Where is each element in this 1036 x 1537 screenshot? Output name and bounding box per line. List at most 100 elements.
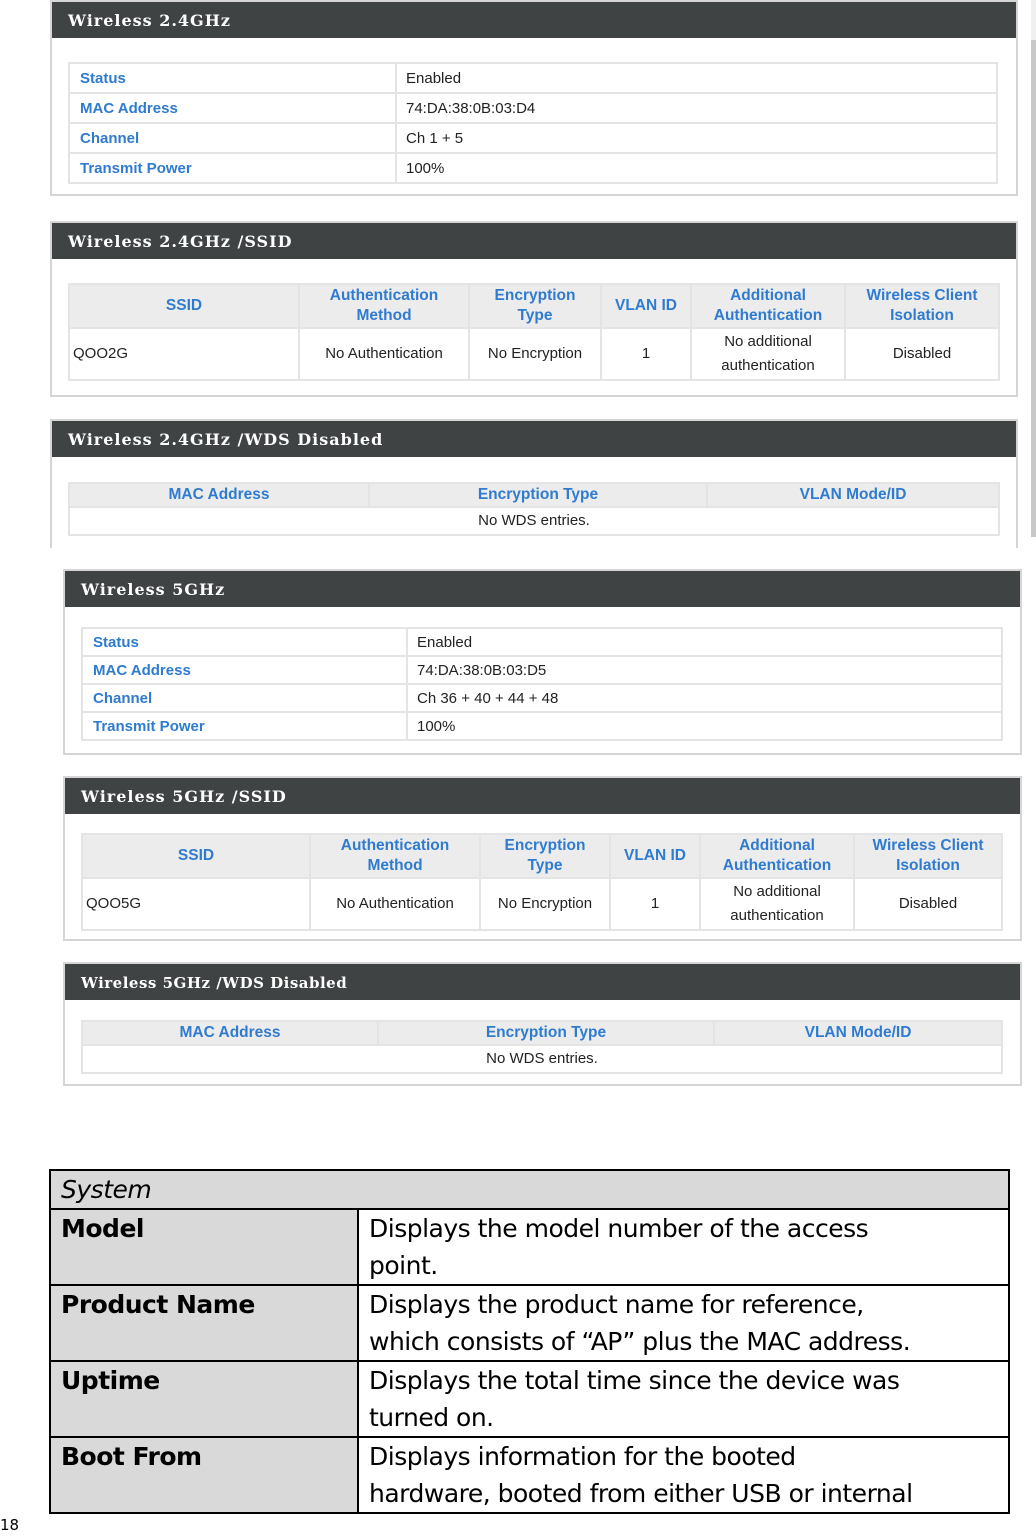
panel-title: Wireless 5GHz /SSID <box>65 778 1020 814</box>
table-header-row: SSID Authentication Method Encryption Type… <box>68 283 1000 329</box>
column-header-auth-method: Authentication Method <box>309 833 481 879</box>
row-label: MAC Address <box>68 92 397 124</box>
table-row: Transmit Power 100% <box>68 152 998 184</box>
cell-auth-method: No Authentication <box>309 877 481 931</box>
panel-title: Wireless 5GHz /WDS Disabled <box>65 964 1020 1000</box>
table-row: QOO5G No Authentication No Encryption 1 … <box>81 877 1003 931</box>
panel-title: Wireless 2.4GHz <box>52 2 1016 38</box>
scrollbar-track <box>1031 0 1036 40</box>
table-row: Transmit Power 100% <box>81 711 1003 741</box>
description: Displays information for the booted hardw… <box>357 1436 1010 1514</box>
wds-table: MAC Address Encryption Type VLAN Mode/ID… <box>68 482 1000 536</box>
panel-title: Wireless 5GHz <box>65 571 1020 607</box>
table-header-row: SSID Authentication Method Encryption Type… <box>81 833 1003 879</box>
row-value: Enabled <box>406 627 1003 657</box>
page-number: 18 <box>0 1516 20 1534</box>
column-header-mac-address: MAC Address <box>68 482 370 508</box>
term-model: Model <box>49 1208 359 1286</box>
table-row: Channel Ch 1 + 5 <box>68 122 998 154</box>
column-header-ssid: SSID <box>68 283 300 329</box>
column-header-encryption-type: Encryption Type <box>479 833 611 879</box>
row-value: Ch 36 + 40 + 44 + 48 <box>406 683 1003 713</box>
column-header-ssid: SSID <box>81 833 311 879</box>
cell-client-isolation: Disabled <box>853 877 1003 931</box>
row-value: Enabled <box>395 62 998 94</box>
table-row: Status Enabled <box>81 627 1003 657</box>
system-description-table: System Model Displays the model number o… <box>49 1169 1010 1514</box>
table-row: No WDS entries. <box>81 1044 1003 1074</box>
row-label: Transmit Power <box>81 711 408 741</box>
row-value: 74:DA:38:0B:03:D5 <box>406 655 1003 685</box>
empty-message: No WDS entries. <box>81 1044 1003 1074</box>
description: Displays the total time since the device… <box>357 1360 1010 1438</box>
column-header-client-isolation: Wireless Client Isolation <box>853 833 1003 879</box>
cell-ssid: QOO5G <box>81 877 311 931</box>
column-header-vlan-id: VLAN ID <box>609 833 701 879</box>
row-label: Channel <box>81 683 408 713</box>
column-header-encryption-type: Encryption Type <box>377 1020 715 1046</box>
status-table: Status Enabled MAC Address 74:DA:38:0B:0… <box>68 62 998 184</box>
table-row: Status Enabled <box>68 62 998 94</box>
empty-message: No WDS entries. <box>68 506 1000 536</box>
scrollbar-thumb[interactable] <box>1031 40 1036 537</box>
panel-title: Wireless 2.4GHz /WDS Disabled <box>52 421 1016 457</box>
column-header-vlan-id: VLAN ID <box>600 283 692 329</box>
panel-wireless-24ghz-wds: Wireless 2.4GHz /WDS Disabled MAC Addres… <box>50 419 1018 559</box>
table-row: No WDS entries. <box>68 506 1000 536</box>
row-value: 100% <box>395 152 998 184</box>
cell-additional-auth: No additional authentication <box>690 327 846 381</box>
cell-ssid: QOO2G <box>68 327 300 381</box>
ssid-table: SSID Authentication Method Encryption Type… <box>81 833 1003 931</box>
table-row: Model Displays the model number of the a… <box>49 1208 1010 1286</box>
column-header-additional-auth: Additional Authentication <box>690 283 846 329</box>
table-row: Boot From Displays information for the b… <box>49 1436 1010 1514</box>
panel-wireless-5ghz-wds: Wireless 5GHz /WDS Disabled MAC Address … <box>63 962 1022 1086</box>
row-value: 74:DA:38:0B:03:D4 <box>395 92 998 124</box>
section-row: System <box>49 1169 1010 1210</box>
column-header-mac-address: MAC Address <box>81 1020 379 1046</box>
column-header-auth-method: Authentication Method <box>298 283 470 329</box>
cell-additional-auth: No additional authentication <box>699 877 855 931</box>
description: Displays the model number of the access p… <box>357 1208 1010 1286</box>
screenshot-wireless-5ghz: Wireless 5GHz Status Enabled MAC Address… <box>45 548 1025 1096</box>
screenshot-wireless-24ghz: Wireless 2.4GHz Status Enabled MAC Addre… <box>50 0 1018 559</box>
panel-wireless-5ghz: Wireless 5GHz Status Enabled MAC Address… <box>63 569 1022 755</box>
panel-wireless-24ghz-ssid: Wireless 2.4GHz /SSID SSID Authenticatio… <box>50 221 1018 397</box>
panel-wireless-24ghz: Wireless 2.4GHz Status Enabled MAC Addre… <box>50 0 1018 196</box>
ssid-table: SSID Authentication Method Encryption Type… <box>68 283 1000 381</box>
table-row: Product Name Displays the product name f… <box>49 1284 1010 1362</box>
cell-client-isolation: Disabled <box>844 327 1000 381</box>
table-header-row: MAC Address Encryption Type VLAN Mode/ID <box>68 482 1000 508</box>
column-header-encryption-type: Encryption Type <box>468 283 602 329</box>
table-row: Channel Ch 36 + 40 + 44 + 48 <box>81 683 1003 713</box>
column-header-additional-auth: Additional Authentication <box>699 833 855 879</box>
table-header-row: MAC Address Encryption Type VLAN Mode/ID <box>81 1020 1003 1046</box>
table-row: MAC Address 74:DA:38:0B:03:D5 <box>81 655 1003 685</box>
column-header-encryption-type: Encryption Type <box>368 482 708 508</box>
row-label: MAC Address <box>81 655 408 685</box>
panel-wireless-5ghz-ssid: Wireless 5GHz /SSID SSID Authentication M… <box>63 776 1022 941</box>
column-header-client-isolation: Wireless Client Isolation <box>844 283 1000 329</box>
row-label: Transmit Power <box>68 152 397 184</box>
column-header-vlan-mode: VLAN Mode/ID <box>706 482 1000 508</box>
panel-title: Wireless 2.4GHz /SSID <box>52 223 1016 259</box>
row-label: Status <box>68 62 397 94</box>
row-value: 100% <box>406 711 1003 741</box>
row-label: Status <box>81 627 408 657</box>
term-uptime: Uptime <box>49 1360 359 1438</box>
cell-encryption-type: No Encryption <box>479 877 611 931</box>
cell-auth-method: No Authentication <box>298 327 470 381</box>
section-title: System <box>49 1169 1010 1210</box>
term-boot-from: Boot From <box>49 1436 359 1514</box>
cell-vlan-id: 1 <box>609 877 701 931</box>
cell-vlan-id: 1 <box>600 327 692 381</box>
column-header-vlan-mode: VLAN Mode/ID <box>713 1020 1003 1046</box>
status-table: Status Enabled MAC Address 74:DA:38:0B:0… <box>81 627 1003 741</box>
table-row: Uptime Displays the total time since the… <box>49 1360 1010 1438</box>
cell-encryption-type: No Encryption <box>468 327 602 381</box>
wds-table: MAC Address Encryption Type VLAN Mode/ID… <box>81 1020 1003 1074</box>
row-label: Channel <box>68 122 397 154</box>
table-row: QOO2G No Authentication No Encryption 1 … <box>68 327 1000 381</box>
term-product-name: Product Name <box>49 1284 359 1362</box>
table-row: MAC Address 74:DA:38:0B:03:D4 <box>68 92 998 124</box>
